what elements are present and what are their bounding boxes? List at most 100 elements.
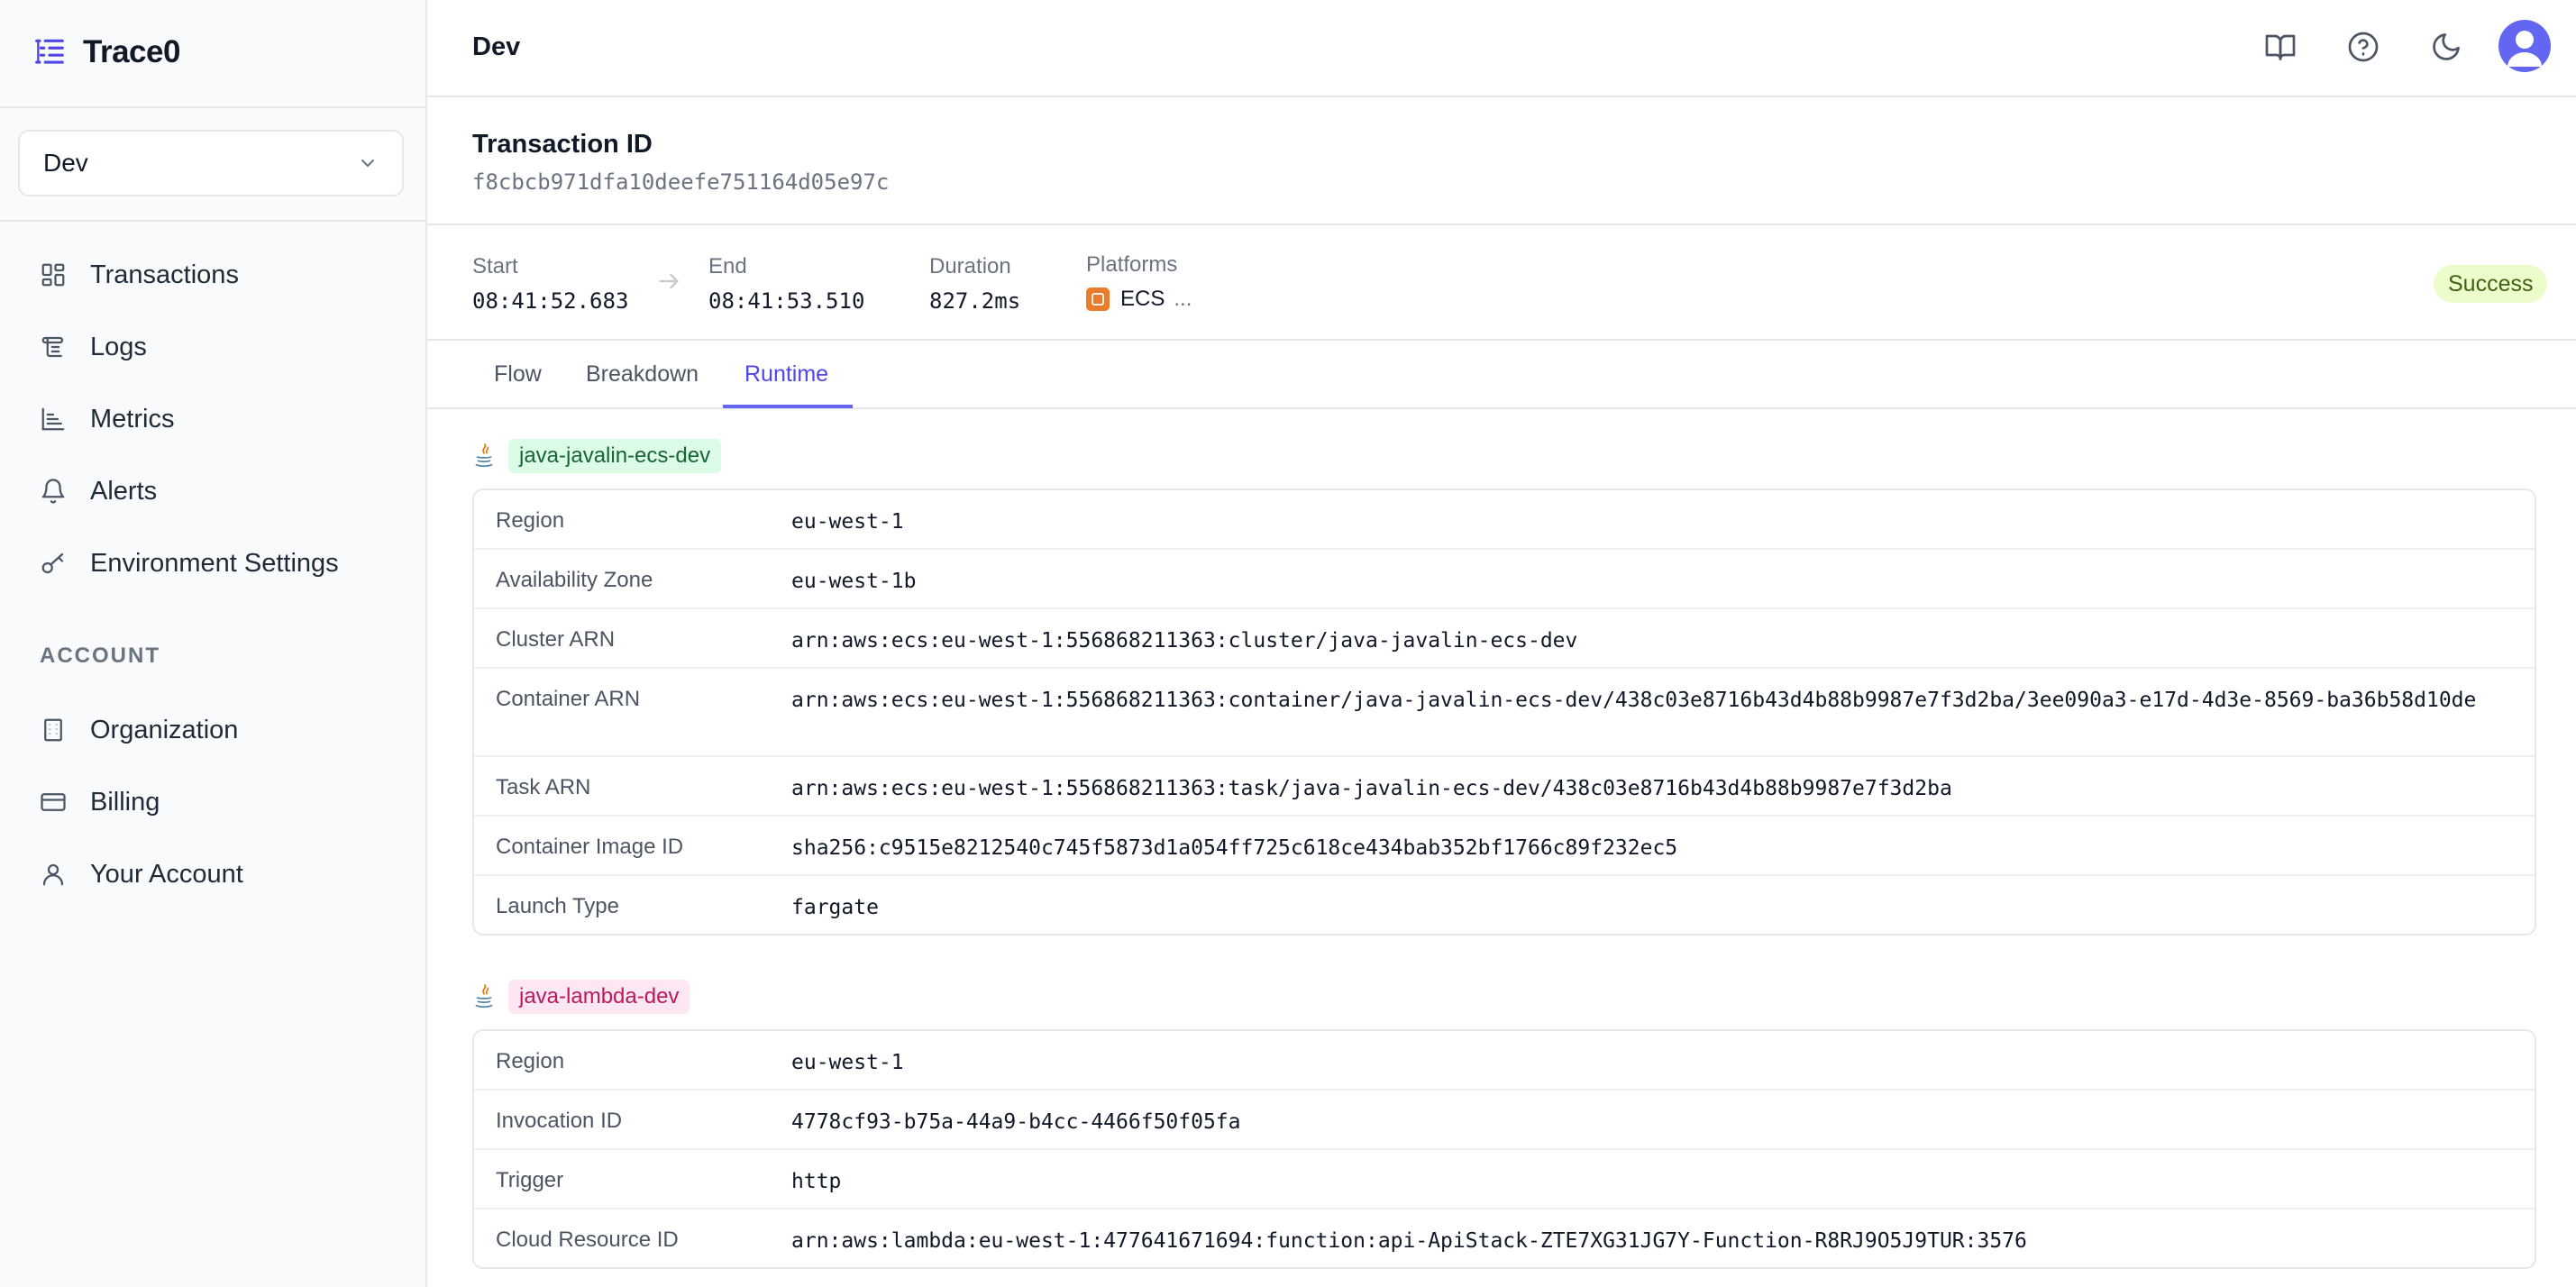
start-field: Start 08:41:52.683 xyxy=(472,254,628,314)
service-header: java-lambda-dev xyxy=(472,979,690,1015)
row-value: arn:aws:ecs:eu-west-1:556868211363:conta… xyxy=(791,689,2477,712)
row-value: fargate xyxy=(791,896,879,919)
row-key: Cloud Resource ID xyxy=(496,1228,679,1252)
credit-card-icon xyxy=(41,793,66,811)
row-value: 4778cf93-b75a-44a9-b4cc-4466f50f05fa xyxy=(791,1110,1241,1134)
bar-chart-icon xyxy=(41,407,65,431)
transaction-id-value: f8cbcb971dfa10deefe751164d05e97c xyxy=(472,169,890,195)
nav-item-label: Billing xyxy=(90,787,160,817)
row-value: eu-west-1 xyxy=(791,510,904,534)
row-key: Cluster ARN xyxy=(496,627,616,652)
environment-value: Dev xyxy=(43,149,88,177)
java-icon xyxy=(475,984,493,1009)
nav-item-billing[interactable]: Billing xyxy=(40,780,160,825)
nav-item-environment-settings[interactable]: Environment Settings xyxy=(40,541,339,586)
docs-button[interactable] xyxy=(2261,27,2300,67)
book-icon xyxy=(2265,34,2296,60)
platform-name: ECS xyxy=(1120,287,1165,311)
list-logo-icon xyxy=(35,39,64,64)
row-value: arn:aws:ecs:eu-west-1:556868211363:clust… xyxy=(791,629,1578,653)
nav-item-label: Metrics xyxy=(90,404,175,434)
row-key: Invocation ID xyxy=(496,1109,623,1133)
platforms-field: Platforms ECS ... xyxy=(1086,252,1192,312)
moon-icon xyxy=(2433,33,2460,60)
row-value: sha256:c9515e8212540c745f5873d1a054ff725… xyxy=(791,836,1678,860)
nav-item-label: Transactions xyxy=(90,260,239,289)
account-section-heading: ACCOUNT xyxy=(40,644,160,668)
help-button[interactable] xyxy=(2343,27,2383,67)
arrow-right-icon xyxy=(659,273,679,289)
nav-item-transactions[interactable]: Transactions xyxy=(40,252,239,297)
divider xyxy=(0,220,425,222)
runtime-table: Region eu-west-1 Invocation ID 4778cf93-… xyxy=(472,1029,2536,1269)
tab-runtime[interactable]: Runtime xyxy=(744,341,828,407)
end-value: 08:41:53.510 xyxy=(708,288,865,314)
tab-bar: Flow Breakdown Runtime xyxy=(427,341,2576,409)
duration-value: 827.2ms xyxy=(929,288,1021,314)
row-value: http xyxy=(791,1170,842,1193)
start-value: 08:41:52.683 xyxy=(472,288,629,314)
brand[interactable]: Trace0 xyxy=(32,29,180,76)
java-icon xyxy=(475,443,493,468)
theme-toggle-button[interactable] xyxy=(2426,27,2466,67)
table-row: Container Image ID sha256:c9515e8212540c… xyxy=(474,817,2535,876)
chevron-down-icon xyxy=(361,160,374,167)
app: Trace0 Dev Transactions Logs Metrics Ale… xyxy=(0,0,2576,1287)
divider xyxy=(0,106,425,108)
transaction-id-label: Transaction ID xyxy=(472,130,653,159)
nav-item-label: Organization xyxy=(90,715,239,744)
dashboard-icon xyxy=(41,263,65,287)
row-key: Launch Type xyxy=(496,894,620,918)
nav-item-organization[interactable]: Organization xyxy=(40,707,238,753)
environment-select[interactable]: Dev xyxy=(18,130,404,196)
table-row: Task ARN arn:aws:ecs:eu-west-1:556868211… xyxy=(474,757,2535,817)
table-row: Region eu-west-1 xyxy=(474,1031,2535,1091)
avatar[interactable] xyxy=(2498,20,2551,72)
user-avatar-icon xyxy=(2507,31,2542,67)
scroll-icon xyxy=(41,336,64,358)
row-key: Container ARN xyxy=(496,687,641,711)
key-icon xyxy=(41,552,64,574)
row-key: Container Image ID xyxy=(496,835,684,859)
app-name: Trace0 xyxy=(83,34,180,69)
table-row: Launch Type fargate xyxy=(474,876,2535,934)
table-row: Cloud Resource ID arn:aws:lambda:eu-west… xyxy=(474,1209,2535,1267)
row-key: Availability Zone xyxy=(496,568,653,592)
active-tab-indicator xyxy=(723,405,853,408)
row-key: Region xyxy=(496,508,565,533)
row-value: eu-west-1b xyxy=(791,570,917,593)
nav-item-label: Environment Settings xyxy=(90,548,339,578)
user-icon xyxy=(42,863,64,886)
top-bar: Dev xyxy=(427,0,2576,97)
runtime-table: Region eu-west-1 Availability Zone eu-we… xyxy=(472,488,2536,936)
table-row: Invocation ID 4778cf93-b75a-44a9-b4cc-44… xyxy=(474,1091,2535,1150)
row-key: Trigger xyxy=(496,1168,564,1192)
nav-item-logs[interactable]: Logs xyxy=(40,324,147,370)
nav-item-your-account[interactable]: Your Account xyxy=(40,852,243,897)
end-label: End xyxy=(708,254,747,278)
main-content: Dev Transaction ID f8cbcb971dfa10deefe75… xyxy=(427,0,2576,1287)
platforms-value[interactable]: ECS ... xyxy=(1086,287,1192,312)
nav-item-alerts[interactable]: Alerts xyxy=(40,469,157,514)
service-tag: java-lambda-dev xyxy=(508,980,690,1014)
table-row: Cluster ARN arn:aws:ecs:eu-west-1:556868… xyxy=(474,609,2535,669)
timing-summary: Start 08:41:52.683 End 08:41:53.510 Dura… xyxy=(427,225,2576,341)
help-icon xyxy=(2348,32,2379,62)
end-field: End 08:41:53.510 xyxy=(708,254,864,314)
duration-field: Duration 827.2ms xyxy=(929,254,1020,314)
nav-item-label: Alerts xyxy=(90,476,158,506)
bell-icon xyxy=(41,479,65,504)
duration-label: Duration xyxy=(929,254,1011,278)
tab-flow[interactable]: Flow xyxy=(494,341,542,407)
platforms-label: Platforms xyxy=(1086,252,1178,277)
tab-breakdown[interactable]: Breakdown xyxy=(586,341,699,407)
nav-item-metrics[interactable]: Metrics xyxy=(40,397,174,442)
table-row: Trigger http xyxy=(474,1150,2535,1209)
table-row: Availability Zone eu-west-1b xyxy=(474,550,2535,609)
nav-item-label: Logs xyxy=(90,332,147,361)
row-key: Region xyxy=(496,1049,565,1073)
service-tag: java-javalin-ecs-dev xyxy=(508,439,722,473)
sidebar: Trace0 Dev Transactions Logs Metrics Ale… xyxy=(0,0,427,1287)
nav-item-label: Your Account xyxy=(90,859,243,889)
building-icon xyxy=(44,718,62,742)
